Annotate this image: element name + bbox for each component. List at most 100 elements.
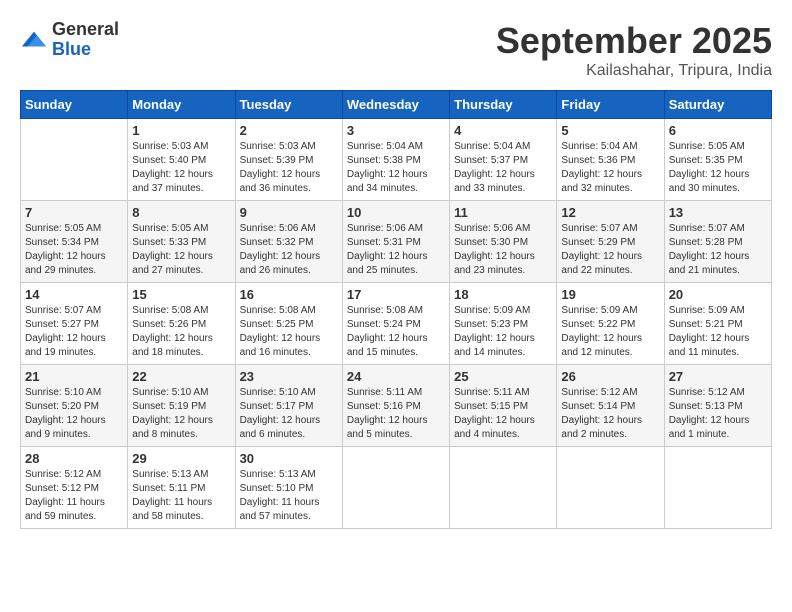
day-info: Sunrise: 5:12 AM Sunset: 5:12 PM Dayligh…	[25, 468, 123, 524]
calendar-day-header: Tuesday	[235, 91, 342, 119]
day-info: Sunrise: 5:08 AM Sunset: 5:24 PM Dayligh…	[347, 304, 445, 360]
day-number: 9	[240, 205, 338, 220]
day-info: Sunrise: 5:06 AM Sunset: 5:30 PM Dayligh…	[454, 222, 552, 278]
day-info: Sunrise: 5:08 AM Sunset: 5:26 PM Dayligh…	[132, 304, 230, 360]
day-info: Sunrise: 5:05 AM Sunset: 5:35 PM Dayligh…	[669, 140, 767, 196]
logo-icon	[20, 26, 48, 54]
day-number: 10	[347, 205, 445, 220]
calendar-cell: 26 Sunrise: 5:12 AM Sunset: 5:14 PM Dayli…	[557, 365, 664, 447]
calendar-header-row: SundayMondayTuesdayWednesdayThursdayFrid…	[21, 91, 772, 119]
calendar-day-header: Friday	[557, 91, 664, 119]
day-info: Sunrise: 5:07 AM Sunset: 5:27 PM Dayligh…	[25, 304, 123, 360]
calendar-cell: 27Sunrise: 5:12 AM Sunset: 5:13 PM Dayli…	[664, 365, 771, 447]
calendar-cell	[664, 447, 771, 529]
calendar-cell	[450, 447, 557, 529]
calendar-cell: 12 Sunrise: 5:07 AM Sunset: 5:29 PM Dayli…	[557, 201, 664, 283]
day-info: Sunrise: 5:09 AM Sunset: 5:21 PM Dayligh…	[669, 304, 767, 360]
day-number: 7	[25, 205, 123, 220]
calendar-week-row: 1 Sunrise: 5:03 AM Sunset: 5:40 PM Daylig…	[21, 119, 772, 201]
calendar-cell: 8Sunrise: 5:05 AM Sunset: 5:33 PM Daylig…	[128, 201, 235, 283]
calendar-week-row: 21 Sunrise: 5:10 AM Sunset: 5:20 PM Dayli…	[21, 365, 772, 447]
day-number: 18	[454, 287, 552, 302]
day-number: 26	[561, 369, 659, 384]
calendar-cell	[21, 119, 128, 201]
logo-general-text: General	[52, 20, 119, 40]
location-subtitle: Kailashahar, Tripura, India	[496, 62, 772, 80]
calendar-cell: 14Sunrise: 5:07 AM Sunset: 5:27 PM Dayli…	[21, 283, 128, 365]
calendar-cell: 30Sunrise: 5:13 AM Sunset: 5:10 PM Dayli…	[235, 447, 342, 529]
day-number: 28	[25, 451, 123, 466]
day-info: Sunrise: 5:09 AM Sunset: 5:23 PM Dayligh…	[454, 304, 552, 360]
day-info: Sunrise: 5:06 AM Sunset: 5:32 PM Dayligh…	[240, 222, 338, 278]
calendar-day-header: Wednesday	[342, 91, 449, 119]
calendar-week-row: 14Sunrise: 5:07 AM Sunset: 5:27 PM Dayli…	[21, 283, 772, 365]
calendar-cell: 15 Sunrise: 5:08 AM Sunset: 5:26 PM Dayli…	[128, 283, 235, 365]
day-number: 6	[669, 123, 767, 138]
calendar-cell: 4Sunrise: 5:04 AM Sunset: 5:37 PM Daylig…	[450, 119, 557, 201]
calendar-table: SundayMondayTuesdayWednesdayThursdayFrid…	[20, 90, 772, 529]
logo: General Blue	[20, 20, 119, 60]
calendar-cell: 16 Sunrise: 5:08 AM Sunset: 5:25 PM Dayli…	[235, 283, 342, 365]
day-info: Sunrise: 5:05 AM Sunset: 5:33 PM Dayligh…	[132, 222, 230, 278]
calendar-cell: 23 Sunrise: 5:10 AM Sunset: 5:17 PM Dayli…	[235, 365, 342, 447]
calendar-day-header: Sunday	[21, 91, 128, 119]
calendar-cell: 10 Sunrise: 5:06 AM Sunset: 5:31 PM Dayli…	[342, 201, 449, 283]
calendar-week-row: 28 Sunrise: 5:12 AM Sunset: 5:12 PM Dayli…	[21, 447, 772, 529]
calendar-cell: 5 Sunrise: 5:04 AM Sunset: 5:36 PM Daylig…	[557, 119, 664, 201]
day-info: Sunrise: 5:08 AM Sunset: 5:25 PM Dayligh…	[240, 304, 338, 360]
day-number: 21	[25, 369, 123, 384]
day-info: Sunrise: 5:13 AM Sunset: 5:11 PM Dayligh…	[132, 468, 230, 524]
day-number: 5	[561, 123, 659, 138]
day-number: 27	[669, 369, 767, 384]
calendar-cell: 13Sunrise: 5:07 AM Sunset: 5:28 PM Dayli…	[664, 201, 771, 283]
day-info: Sunrise: 5:12 AM Sunset: 5:14 PM Dayligh…	[561, 386, 659, 442]
calendar-cell: 7 Sunrise: 5:05 AM Sunset: 5:34 PM Daylig…	[21, 201, 128, 283]
day-info: Sunrise: 5:06 AM Sunset: 5:31 PM Dayligh…	[347, 222, 445, 278]
calendar-cell: 1 Sunrise: 5:03 AM Sunset: 5:40 PM Daylig…	[128, 119, 235, 201]
day-info: Sunrise: 5:04 AM Sunset: 5:38 PM Dayligh…	[347, 140, 445, 196]
calendar-cell: 29Sunrise: 5:13 AM Sunset: 5:11 PM Dayli…	[128, 447, 235, 529]
day-number: 19	[561, 287, 659, 302]
day-info: Sunrise: 5:04 AM Sunset: 5:36 PM Dayligh…	[561, 140, 659, 196]
calendar-week-row: 7 Sunrise: 5:05 AM Sunset: 5:34 PM Daylig…	[21, 201, 772, 283]
calendar-cell: 19Sunrise: 5:09 AM Sunset: 5:22 PM Dayli…	[557, 283, 664, 365]
calendar-cell: 11 Sunrise: 5:06 AM Sunset: 5:30 PM Dayli…	[450, 201, 557, 283]
day-number: 17	[347, 287, 445, 302]
day-number: 16	[240, 287, 338, 302]
day-info: Sunrise: 5:07 AM Sunset: 5:28 PM Dayligh…	[669, 222, 767, 278]
day-info: Sunrise: 5:10 AM Sunset: 5:20 PM Dayligh…	[25, 386, 123, 442]
calendar-cell: 2 Sunrise: 5:03 AM Sunset: 5:39 PM Daylig…	[235, 119, 342, 201]
day-info: Sunrise: 5:11 AM Sunset: 5:16 PM Dayligh…	[347, 386, 445, 442]
month-title: September 2025	[496, 20, 772, 62]
day-info: Sunrise: 5:07 AM Sunset: 5:29 PM Dayligh…	[561, 222, 659, 278]
day-info: Sunrise: 5:10 AM Sunset: 5:19 PM Dayligh…	[132, 386, 230, 442]
day-info: Sunrise: 5:11 AM Sunset: 5:15 PM Dayligh…	[454, 386, 552, 442]
day-info: Sunrise: 5:10 AM Sunset: 5:17 PM Dayligh…	[240, 386, 338, 442]
day-number: 11	[454, 205, 552, 220]
day-number: 12	[561, 205, 659, 220]
calendar-day-header: Monday	[128, 91, 235, 119]
calendar-cell: 24 Sunrise: 5:11 AM Sunset: 5:16 PM Dayli…	[342, 365, 449, 447]
day-info: Sunrise: 5:05 AM Sunset: 5:34 PM Dayligh…	[25, 222, 123, 278]
calendar-cell	[342, 447, 449, 529]
day-number: 20	[669, 287, 767, 302]
day-info: Sunrise: 5:03 AM Sunset: 5:40 PM Dayligh…	[132, 140, 230, 196]
day-number: 24	[347, 369, 445, 384]
calendar-cell: 20 Sunrise: 5:09 AM Sunset: 5:21 PM Dayli…	[664, 283, 771, 365]
logo-blue-text: Blue	[52, 40, 119, 60]
day-number: 2	[240, 123, 338, 138]
day-number: 23	[240, 369, 338, 384]
calendar-cell: 21 Sunrise: 5:10 AM Sunset: 5:20 PM Dayli…	[21, 365, 128, 447]
day-number: 15	[132, 287, 230, 302]
calendar-day-header: Saturday	[664, 91, 771, 119]
day-info: Sunrise: 5:03 AM Sunset: 5:39 PM Dayligh…	[240, 140, 338, 196]
day-number: 3	[347, 123, 445, 138]
day-number: 25	[454, 369, 552, 384]
calendar-cell: 3 Sunrise: 5:04 AM Sunset: 5:38 PM Daylig…	[342, 119, 449, 201]
calendar-cell: 25 Sunrise: 5:11 AM Sunset: 5:15 PM Dayli…	[450, 365, 557, 447]
title-block: September 2025 Kailashahar, Tripura, Ind…	[496, 20, 772, 80]
day-info: Sunrise: 5:13 AM Sunset: 5:10 PM Dayligh…	[240, 468, 338, 524]
day-number: 4	[454, 123, 552, 138]
day-number: 1	[132, 123, 230, 138]
calendar-cell: 28 Sunrise: 5:12 AM Sunset: 5:12 PM Dayli…	[21, 447, 128, 529]
